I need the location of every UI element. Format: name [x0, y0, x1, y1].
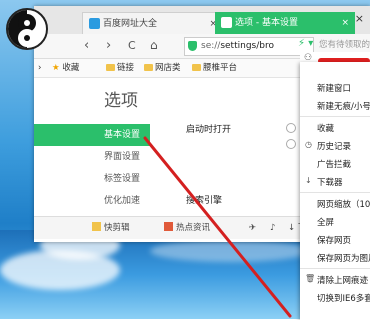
yin-yang-logo: [6, 8, 48, 50]
annotation-arrow: [143, 136, 292, 318]
